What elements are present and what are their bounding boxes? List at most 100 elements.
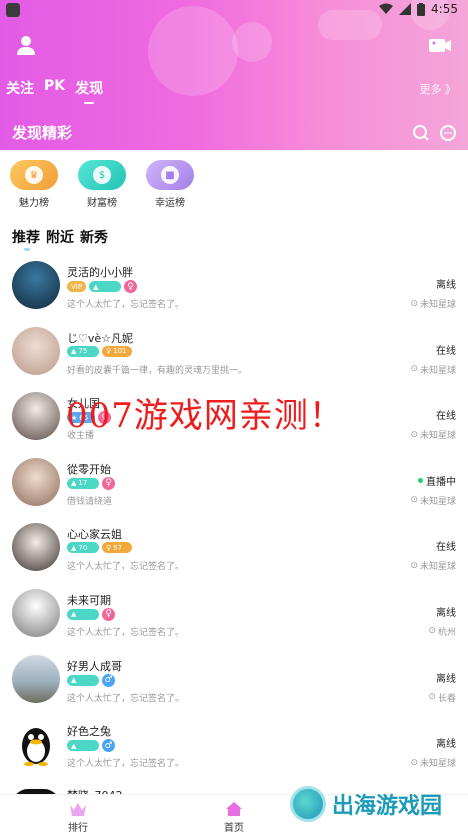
male-icon: ♂ xyxy=(102,739,115,753)
header-banner: 4:55 关注 PK 发现 更多 》 发现精彩 xyxy=(0,0,468,150)
user-location: ⊙ 未知星球 xyxy=(410,364,456,376)
lucky-rank-button[interactable]: ■ 幸运榜 xyxy=(146,160,194,209)
user-location: ⊙ 长春 xyxy=(428,692,456,704)
user-location: ⊙ 未知星球 xyxy=(410,495,456,507)
home-icon xyxy=(226,802,242,816)
user-signature: 这个人太忙了，忘记签名了。 xyxy=(67,759,185,770)
nav-home-label: 首页 xyxy=(224,823,244,832)
tab-discover[interactable]: 发现 xyxy=(75,78,103,104)
user-name: 好男人成哥 xyxy=(67,659,122,673)
user-location: ⊙ 杭州 xyxy=(428,626,456,638)
user-signature: 这个人太忙了，忘记签名了。 xyxy=(67,627,185,638)
list-item[interactable]: 心心家云姐 ▲ 70 ♀ 57 这个人太忙了，忘记签名了。 在线 ⊙ 未知星球 xyxy=(0,518,468,584)
charm-level-badge: ♀ 57 xyxy=(102,542,132,554)
online-status: 离线 xyxy=(436,607,456,619)
avatar xyxy=(12,392,60,441)
watermark-logo: 出海游戏园 xyxy=(290,786,442,822)
tab-pk[interactable]: PK xyxy=(44,78,65,98)
nav-home[interactable]: 首页 xyxy=(214,801,254,832)
sub-tabs: 推荐 附近 新秀 xyxy=(12,227,108,251)
charm-rank-button[interactable]: ♛ 魅力榜 xyxy=(10,160,58,209)
online-status: 在线 xyxy=(436,542,456,554)
list-item[interactable]: 好色之兔 ▲ ♂ 这个人太忙了，忘记签名了。 离线 ⊙ 未知星球 xyxy=(0,715,468,781)
user-signature: 这个人太忙了，忘记签名了。 xyxy=(67,693,185,704)
user-name: じ♡vè☆凡妮 xyxy=(67,331,133,345)
logo-icon xyxy=(290,786,326,822)
live-status: 直播中 xyxy=(418,473,456,488)
avatar xyxy=(12,588,60,637)
location-pin-icon: ⊙ xyxy=(410,757,418,768)
avatar xyxy=(12,523,60,572)
user-name: 好色之兔 xyxy=(67,725,111,739)
subtab-newcomers[interactable]: 新秀 xyxy=(80,227,108,247)
online-status: 在线 xyxy=(436,411,456,423)
money-bag-icon: $ xyxy=(93,166,111,184)
male-icon: ♂ xyxy=(102,673,115,687)
vip-badge: VIP xyxy=(67,281,87,292)
watermark-text: 007游戏网亲测！ xyxy=(66,396,344,436)
user-name: 心心家云姐 xyxy=(67,528,122,542)
logo-text: 出海游戏园 xyxy=(332,794,443,819)
location-pin-icon: ⊙ xyxy=(410,429,418,440)
location-pin-icon: ⊙ xyxy=(410,298,418,309)
online-status: 离线 xyxy=(436,280,456,291)
user-list: 灵活的小小胖 VIP ▲ ♀ 这个人太忙了，忘记签名了。 离线 ⊙ 未知星球 じ♡… xyxy=(0,256,468,805)
penguin-avatar-icon xyxy=(22,728,50,767)
wealth-level-badge: ▲ xyxy=(67,608,99,620)
battery-icon xyxy=(417,2,426,16)
wealth-level-badge: ▲ 70 xyxy=(67,542,99,554)
avatar xyxy=(12,654,60,703)
location-pin-icon: ⊙ xyxy=(428,692,436,703)
avatar xyxy=(12,326,60,375)
user-signature: 这个人太忙了，忘记签名了。 xyxy=(67,300,185,310)
female-icon: ♀ xyxy=(102,476,115,490)
nav-ranking-label: 排行 xyxy=(68,823,88,832)
search-icon[interactable] xyxy=(412,124,430,142)
section-title: 发现精彩 xyxy=(12,124,73,142)
wealth-level-badge: ▲ 75 xyxy=(67,345,99,357)
video-camera-icon[interactable] xyxy=(428,36,452,54)
more-link[interactable]: 更多 》 xyxy=(420,81,457,97)
wifi-icon xyxy=(379,3,394,14)
list-item[interactable]: じ♡vè☆凡妮 ▲ 75 ♀ 101 好看的皮囊千篇一律，有趣的灵魂万里挑一。 … xyxy=(0,322,468,388)
list-item[interactable]: 從零开始 ▲ 17 ♀ 借钱请绕道 直播中 ⊙ 未知星球 xyxy=(0,453,468,519)
wealth-level-badge: ▲ xyxy=(89,281,122,292)
charm-level-badge: ♀ 101 xyxy=(102,345,132,357)
online-status: 在线 xyxy=(436,345,456,357)
user-location: ⊙ 未知星球 xyxy=(410,429,456,442)
user-name: 灵活的小小胖 xyxy=(67,266,133,279)
location-pin-icon: ⊙ xyxy=(410,364,418,375)
subtab-nearby[interactable]: 附近 xyxy=(46,227,74,247)
wealth-rank-label: 财富榜 xyxy=(87,198,117,209)
location-pin-icon: ⊙ xyxy=(428,626,436,637)
subtab-recommend[interactable]: 推荐 xyxy=(12,227,40,247)
list-item[interactable]: 灵活的小小胖 VIP ▲ ♀ 这个人太忙了，忘记签名了。 离线 ⊙ 未知星球 xyxy=(0,256,468,322)
rank-shortcuts: ♛ 魅力榜 $ 财富榜 ■ 幸运榜 xyxy=(10,160,194,209)
user-name: 未来可期 xyxy=(67,593,111,607)
app-icon xyxy=(6,3,20,17)
nav-ranking[interactable]: 排行 xyxy=(58,801,98,832)
user-signature: 借钱请绕道 xyxy=(67,496,113,507)
user-location: ⊙ 未知星球 xyxy=(410,298,456,311)
crown-icon: ♛ xyxy=(25,166,43,184)
chat-bubble-icon[interactable] xyxy=(439,124,457,142)
signal-icon xyxy=(399,3,412,15)
user-location: ⊙ 未知星球 xyxy=(410,560,456,573)
online-status: 离线 xyxy=(436,673,456,685)
user-icon[interactable] xyxy=(15,34,37,56)
user-signature: 好看的皮囊千篇一律，有趣的灵魂万里挑一。 xyxy=(67,365,248,376)
avatar xyxy=(12,457,60,506)
wealth-level-badge: ▲ 17 xyxy=(67,477,99,489)
location-pin-icon: ⊙ xyxy=(410,495,418,506)
wealth-rank-button[interactable]: $ 财富榜 xyxy=(78,160,126,209)
crown-icon xyxy=(70,803,86,816)
location-pin-icon: ⊙ xyxy=(410,560,418,571)
list-item[interactable]: 好男人成哥 ▲ ♂ 这个人太忙了，忘记签名了。 离线 ⊙ 长春 xyxy=(0,650,468,716)
online-status: 离线 xyxy=(436,739,456,751)
list-item[interactable]: 未来可期 ▲ ♀ 这个人太忙了，忘记签名了。 离线 ⊙ 杭州 xyxy=(0,584,468,650)
subtab-indicator xyxy=(24,248,30,251)
tab-follow[interactable]: 关注 xyxy=(6,78,34,98)
avatar xyxy=(12,720,60,769)
status-bar: 4:55 xyxy=(0,0,468,20)
female-icon: ♀ xyxy=(102,607,115,621)
